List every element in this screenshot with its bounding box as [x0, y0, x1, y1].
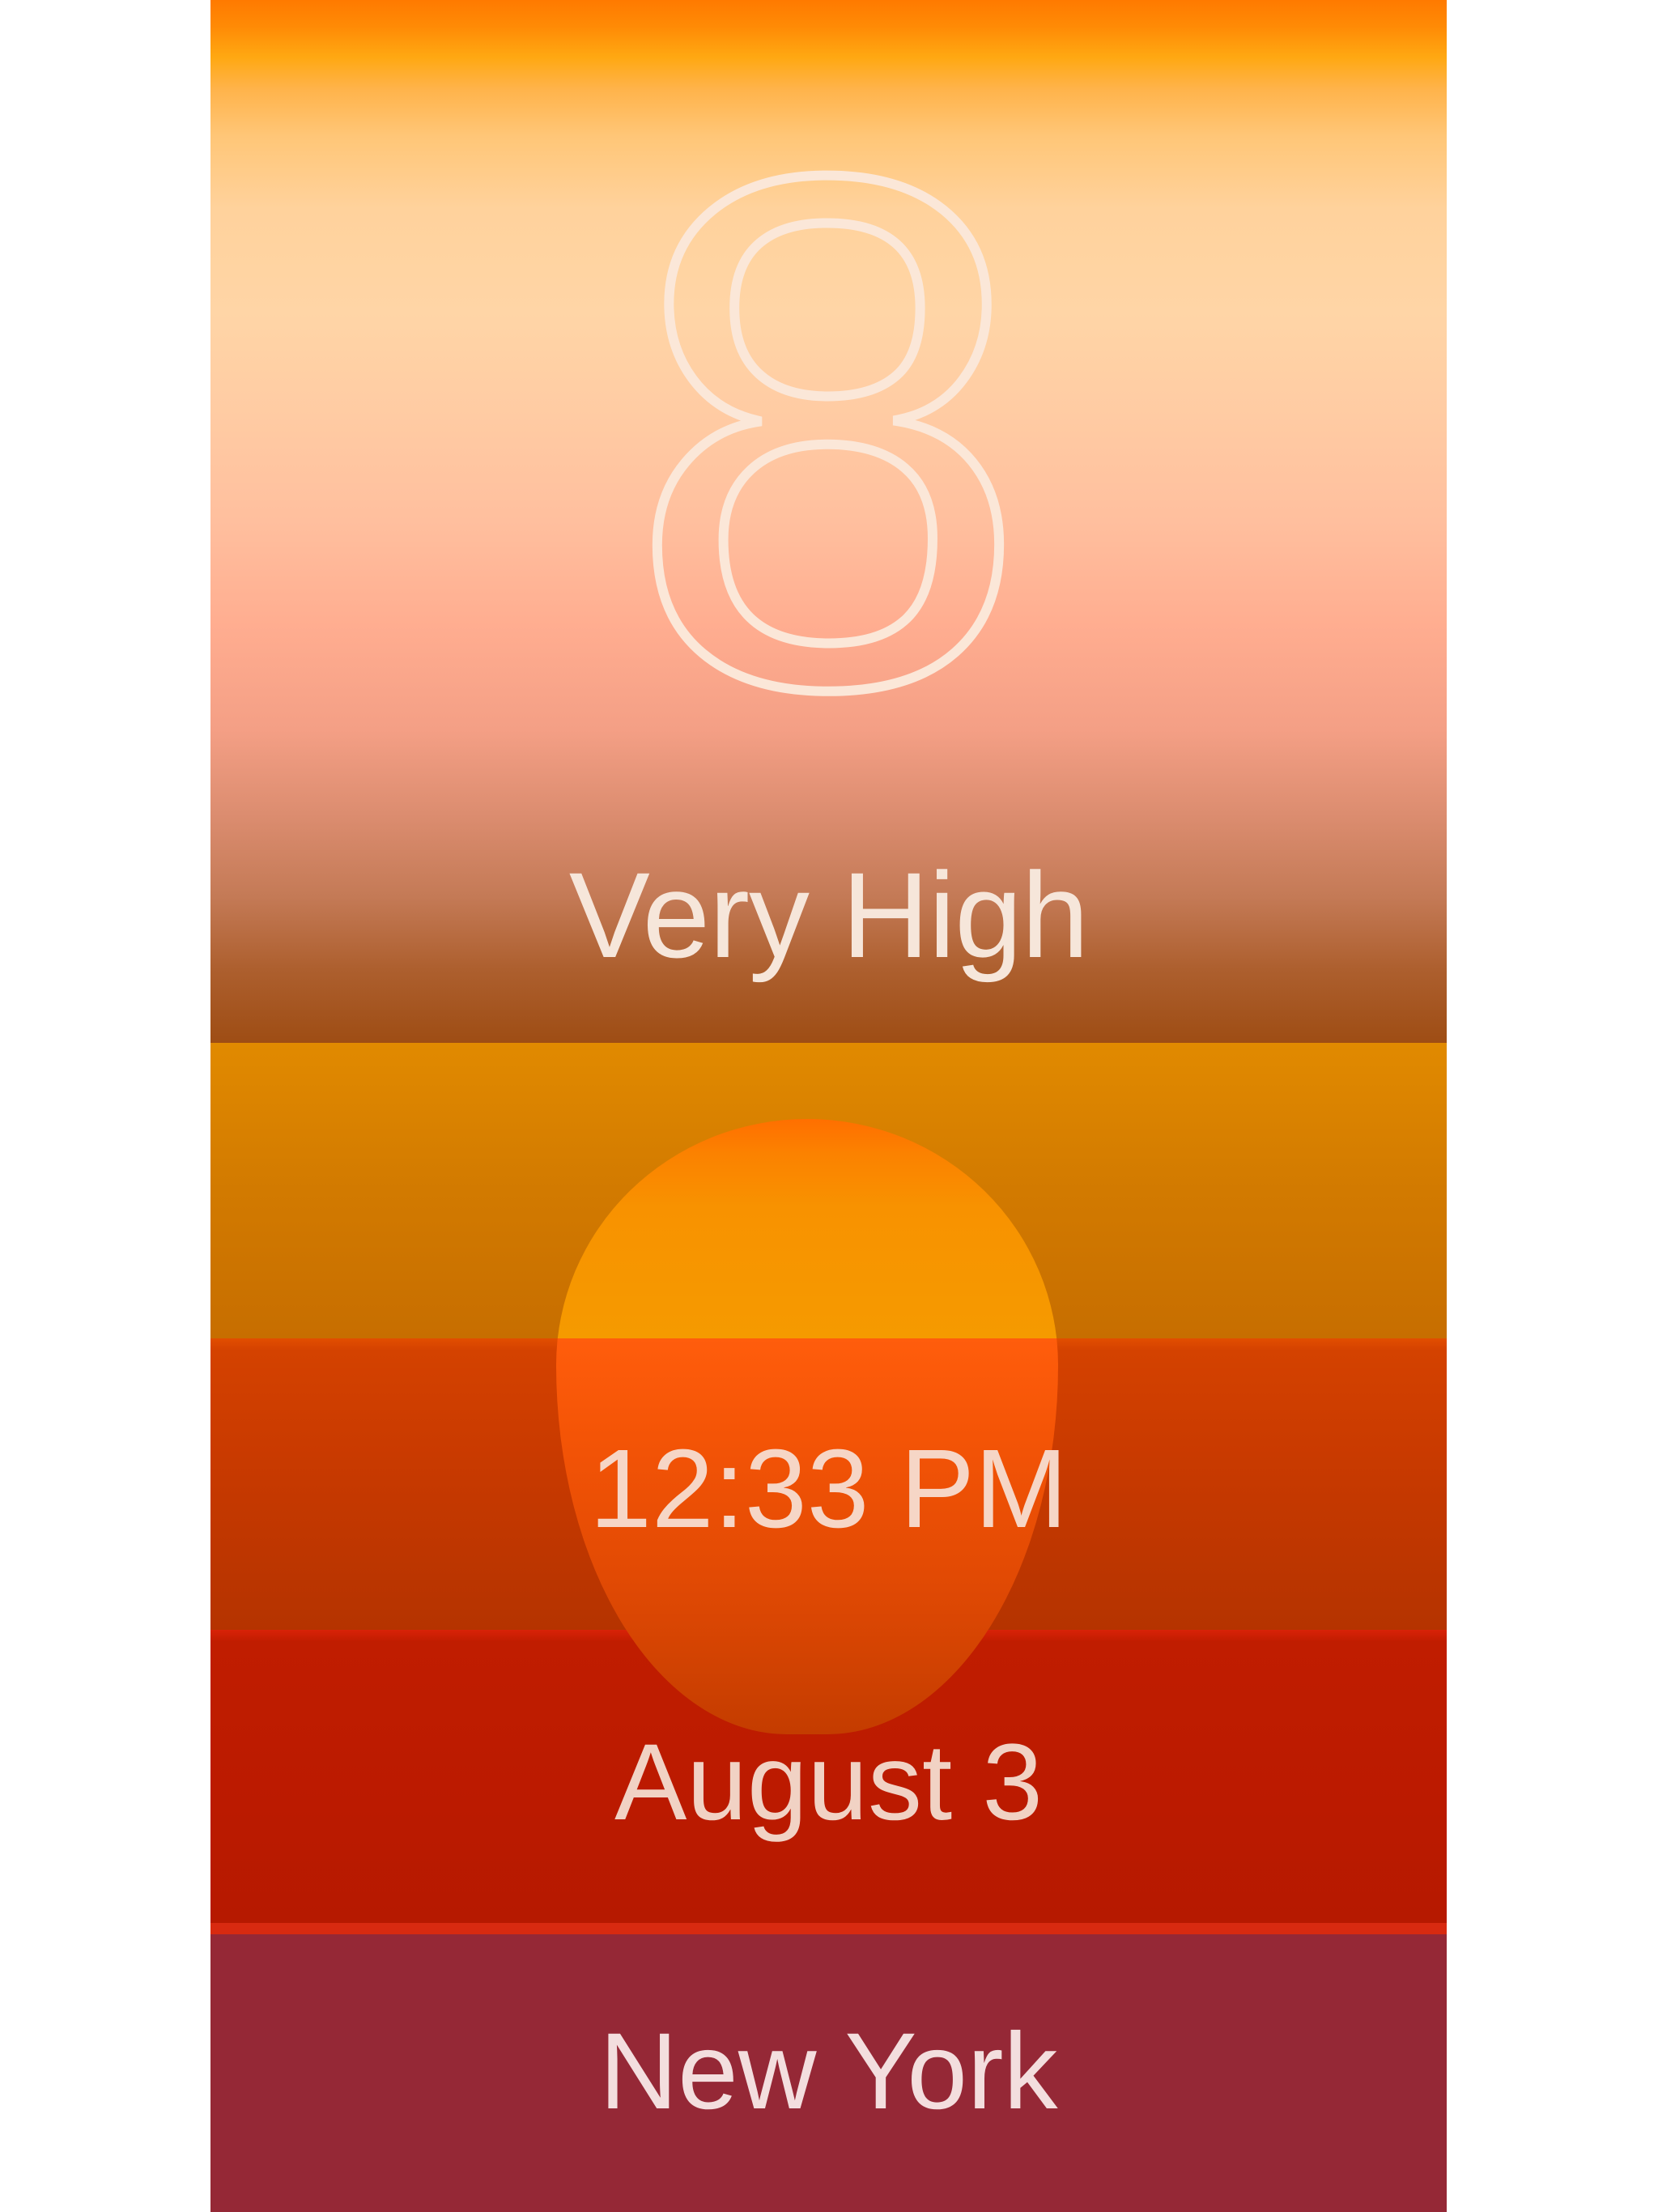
sun-upper-half: [556, 1119, 1058, 1338]
uv-index-number: 8: [621, 109, 1036, 725]
uv-app-screen: 8 Very High 12:33 PM August 3 New York: [210, 0, 1447, 2212]
date-label: August 3: [614, 1722, 1043, 1843]
time-label: 12:33 PM: [589, 1427, 1068, 1551]
sky-gradient-panel: 8 Very High: [210, 0, 1447, 1043]
uv-index-value: 8: [626, 109, 1031, 725]
uv-level-label: Very High: [568, 847, 1089, 983]
uv-index-display: 8: [210, 109, 1447, 725]
city-label[interactable]: New York: [210, 2018, 1447, 2126]
